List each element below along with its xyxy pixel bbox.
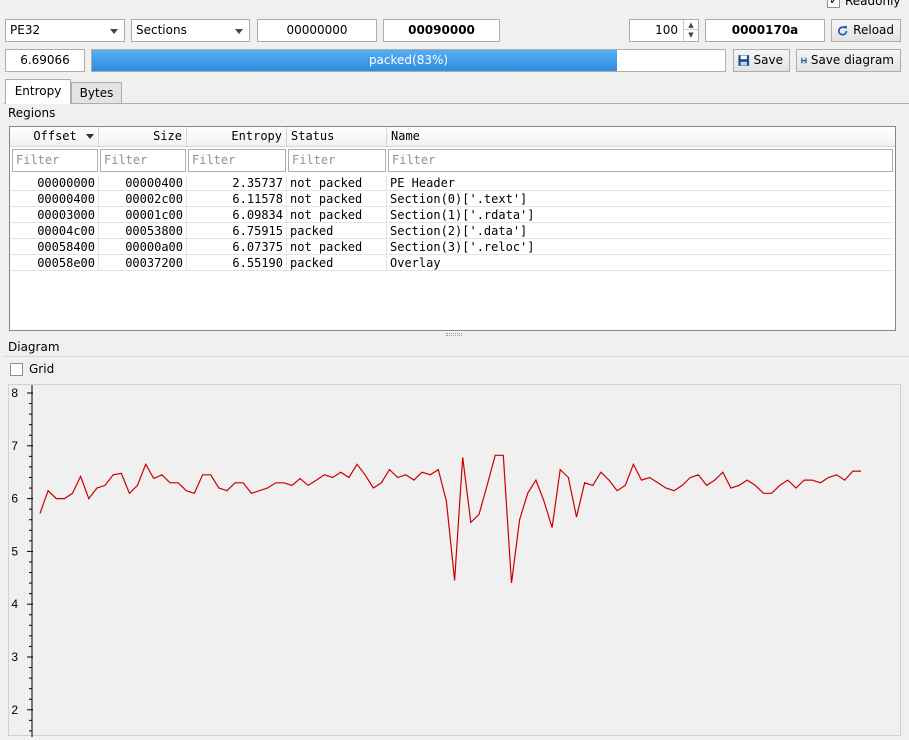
- spin-down-icon[interactable]: ▼: [683, 30, 698, 41]
- count-value: 100: [655, 23, 678, 37]
- column-header-offset[interactable]: Offset: [10, 127, 99, 147]
- cell-status: not packed: [287, 207, 387, 223]
- table-row[interactable]: 00000000 00000400 2.35737 not packed PE …: [10, 175, 893, 191]
- grid-checkbox[interactable]: Grid: [10, 362, 54, 376]
- column-header-size[interactable]: Size: [99, 127, 187, 147]
- cell-name: Section(3)['.reloc']: [390, 240, 535, 254]
- readonly-label: Readonly: [845, 0, 901, 8]
- save-label: Save: [753, 53, 783, 67]
- reload-label: Reload: [853, 23, 894, 37]
- count-spinbox[interactable]: 100 ▲ ▼: [629, 19, 699, 42]
- chevron-down-icon: [110, 29, 118, 34]
- y-tick-label: 6: [11, 492, 18, 506]
- chevron-down-icon: [235, 29, 243, 34]
- diagram-title: Diagram: [8, 340, 60, 354]
- save-diagram-label: Save diagram: [810, 53, 894, 67]
- file-type-select[interactable]: PE32: [5, 19, 125, 42]
- table-row[interactable]: 00058400 00000a00 6.07375 not packed Sec…: [10, 239, 893, 255]
- readonly-check-box[interactable]: ✓: [827, 0, 840, 8]
- sort-down-icon: [86, 134, 94, 139]
- table-row[interactable]: 00000400 00002c00 6.11578 not packed Sec…: [10, 191, 893, 207]
- status-filter-input[interactable]: Filter: [288, 149, 386, 172]
- cell-size: 00037200: [99, 255, 187, 271]
- spin-up-icon[interactable]: ▲: [683, 20, 698, 30]
- y-tick-label: 8: [11, 386, 18, 400]
- entropy-plot: 2 3 4 5 6 7 8: [11, 385, 861, 737]
- floppy-icon: [801, 57, 807, 64]
- grid-check-box[interactable]: [10, 362, 23, 376]
- splitter-handle[interactable]: [446, 333, 462, 336]
- floppy-icon: [738, 55, 750, 66]
- y-tick-label: 4: [11, 597, 18, 611]
- cell-status: not packed: [287, 175, 387, 191]
- cell-size: 00000400: [99, 175, 187, 191]
- reload-icon: [838, 25, 848, 36]
- cell-name: Overlay: [390, 256, 441, 270]
- cell-offset: 00000000: [10, 175, 99, 191]
- y-tick-label: 2: [11, 703, 18, 717]
- cell-status: packed: [287, 223, 387, 239]
- cell-entropy: 2.35737: [187, 175, 287, 191]
- y-tick-label: 5: [11, 544, 18, 558]
- cell-name: Section(1)['.rdata']: [390, 208, 535, 222]
- cell-entropy: 6.07375: [187, 239, 287, 255]
- cell-entropy: 6.09834: [187, 207, 287, 223]
- cell-status: not packed: [287, 239, 387, 255]
- cell-entropy: 6.75915: [187, 223, 287, 239]
- tab-bytes[interactable]: Bytes: [71, 82, 122, 103]
- regions-table: Offset Size Entropy Status Name Filter F…: [9, 126, 896, 331]
- cell-offset: 00058e00: [10, 255, 99, 271]
- cell-offset: 00000400: [10, 191, 99, 207]
- tab-entropy[interactable]: Entropy: [5, 79, 71, 104]
- regions-title: Regions: [8, 106, 56, 120]
- reload-button[interactable]: Reload: [831, 19, 901, 42]
- offset-end-field[interactable]: 00090000: [383, 19, 500, 42]
- checkmark-icon: ✓: [829, 0, 839, 7]
- block-size-field[interactable]: 0000170a: [705, 19, 825, 42]
- offset-filter-input[interactable]: Filter: [12, 149, 98, 172]
- entropy-plot-area: 2 3 4 5 6 7 8: [8, 384, 901, 737]
- cell-status: not packed: [287, 191, 387, 207]
- total-entropy-field: 6.69066: [5, 49, 85, 72]
- column-header-offset-label: Offset: [33, 129, 77, 143]
- entropy-progress-bar: packed(83%): [91, 49, 726, 72]
- table-row[interactable]: 00004c00 00053800 6.75915 packed Section…: [10, 223, 893, 239]
- progress-text: packed(83%): [368, 53, 449, 67]
- file-type-value: PE32: [10, 23, 41, 37]
- table-row[interactable]: 00058e00 00037200 6.55190 packed Overlay: [10, 255, 893, 271]
- column-header-status[interactable]: Status: [287, 127, 387, 147]
- offset-start-field[interactable]: 00000000: [257, 19, 377, 42]
- cell-status: packed: [287, 255, 387, 271]
- y-tick-label: 7: [11, 439, 18, 453]
- cell-entropy: 6.11578: [187, 191, 287, 207]
- cell-offset: 00058400: [10, 239, 99, 255]
- y-tick-label: 3: [11, 650, 18, 664]
- mode-value: Sections: [136, 23, 187, 37]
- cell-size: 00053800: [99, 223, 187, 239]
- size-filter-input[interactable]: Filter: [100, 149, 186, 172]
- grid-label: Grid: [29, 362, 55, 376]
- cell-entropy: 6.55190: [187, 255, 287, 271]
- cell-name: PE Header: [390, 176, 456, 190]
- cell-size: 00001c00: [99, 207, 187, 223]
- readonly-checkbox[interactable]: ✓ Readonly: [827, 0, 901, 8]
- column-header-name[interactable]: Name: [387, 127, 895, 147]
- cell-name: Section(2)['.data']: [390, 224, 528, 238]
- entropy-filter-input[interactable]: Filter: [188, 149, 286, 172]
- name-filter-input[interactable]: Filter: [388, 149, 893, 172]
- cell-size: 00000a00: [99, 239, 187, 255]
- entropy-series-line: [39, 454, 861, 584]
- table-row[interactable]: 00003000 00001c00 6.09834 not packed Sec…: [10, 207, 893, 223]
- cell-size: 00002c00: [99, 191, 187, 207]
- save-diagram-button[interactable]: Save diagram: [796, 49, 901, 72]
- save-button[interactable]: Save: [733, 49, 790, 72]
- cell-offset: 00004c00: [10, 223, 99, 239]
- column-header-entropy[interactable]: Entropy: [187, 127, 287, 147]
- mode-select[interactable]: Sections: [131, 19, 250, 42]
- cell-offset: 00003000: [10, 207, 99, 223]
- cell-name: Section(0)['.text']: [390, 192, 528, 206]
